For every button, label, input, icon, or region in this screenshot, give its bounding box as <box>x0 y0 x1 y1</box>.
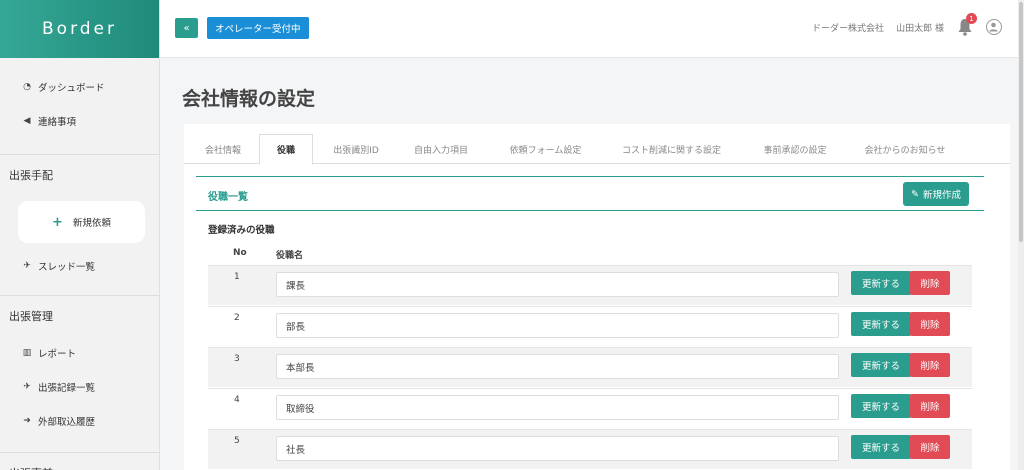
table-row: 1 更新する 削除 <box>208 265 972 305</box>
section-title: 役職一覧 <box>208 192 248 203</box>
update-button[interactable]: 更新する <box>851 394 911 418</box>
section-header: 役職一覧 ✎ 新規作成 <box>196 176 984 211</box>
settings-card: 会社情報 役職 出張識別ID 自由入力項目 依頼フォーム設定 コスト削減に関する… <box>184 124 1010 470</box>
table-row: 5 更新する 削除 <box>208 429 972 469</box>
sidebar-item-notices[interactable]: ◀ 連絡事項 <box>0 104 159 138</box>
column-header-name: 役職名 <box>276 251 304 261</box>
notification-badge: 1 <box>966 13 977 24</box>
table-row: 3 更新する 削除 <box>208 347 972 387</box>
tab-cost-reduction[interactable]: コスト削減に関する設定 <box>609 134 734 164</box>
new-request-label: 新規依頼 <box>72 218 111 229</box>
tab-pre-approval[interactable]: 事前承認の設定 <box>750 134 840 164</box>
sidebar-item-report[interactable]: ▥ レポート <box>0 336 159 370</box>
update-button[interactable]: 更新する <box>851 271 911 295</box>
tab-company-info[interactable]: 会社情報 <box>190 134 256 164</box>
delete-button[interactable]: 削除 <box>910 435 950 459</box>
update-button[interactable]: 更新する <box>851 353 911 377</box>
chart-icon: ▥ <box>22 348 32 358</box>
position-name-input[interactable] <box>276 354 839 379</box>
table-row: 2 更新する 削除 <box>208 306 972 346</box>
position-name-input[interactable] <box>276 395 839 420</box>
sidebar-item-dashboard[interactable]: ◔ ダッシュボード <box>0 70 159 104</box>
sidebar-section-management: 出張管理 <box>9 310 53 323</box>
update-button[interactable]: 更新する <box>851 435 911 459</box>
row-number: 5 <box>234 436 240 446</box>
tab-company-notices[interactable]: 会社からのお知らせ <box>854 134 956 164</box>
table-row: 4 更新する 削除 <box>208 388 972 428</box>
tab-trip-id[interactable]: 出張識別ID <box>318 134 394 164</box>
top-bar: « オペレーター受付中 ドーダー株式会社 山田太郎 様 1 <box>160 0 1024 58</box>
registered-positions-heading: 登録済みの役職 <box>208 225 275 236</box>
delete-button[interactable]: 削除 <box>910 271 950 295</box>
sidebar-item-trip-records[interactable]: ✈ 出張記録一覧 <box>0 370 159 404</box>
create-position-button[interactable]: ✎ 新規作成 <box>903 182 969 206</box>
create-label: 新規作成 <box>922 190 961 201</box>
tab-request-form[interactable]: 依頼フォーム設定 <box>497 134 594 164</box>
sidebar-section-preapproval: 出張事前 <box>0 453 159 470</box>
sidebar-item-label: スレッド一覧 <box>38 262 96 273</box>
row-number: 2 <box>234 313 240 323</box>
plane-icon: ✈ <box>23 261 31 271</box>
new-request-button[interactable]: + 新規依頼 <box>18 201 145 243</box>
position-name-input[interactable] <box>276 272 839 297</box>
operator-status-button[interactable]: オペレーター受付中 <box>207 17 309 39</box>
import-icon: ➜ <box>23 416 31 426</box>
delete-button[interactable]: 削除 <box>910 394 950 418</box>
delete-button[interactable]: 削除 <box>910 312 950 336</box>
dashboard-icon: ◔ <box>23 82 31 92</box>
sidebar: Border ◔ ダッシュボード ◀ 連絡事項 出張手配 + 新規依頼 ✈ スレ… <box>0 0 160 470</box>
settings-tabs: 会社情報 役職 出張識別ID 自由入力項目 依頼フォーム設定 コスト削減に関する… <box>184 134 1010 165</box>
row-number: 3 <box>234 354 240 364</box>
user-name: 山田太郎 様 <box>896 24 944 34</box>
sidebar-section-arrangement: 出張手配 <box>9 169 53 182</box>
notification-bell-icon[interactable]: 1 <box>957 13 977 36</box>
page-title: 会社情報の設定 <box>182 88 316 110</box>
tab-positions[interactable]: 役職 <box>259 134 313 165</box>
brand-logo[interactable]: Border <box>0 0 159 58</box>
plus-icon: + <box>52 214 63 230</box>
sidebar-item-label: 出張記録一覧 <box>38 383 96 394</box>
tab-free-input[interactable]: 自由入力項目 <box>401 134 481 164</box>
pencil-icon: ✎ <box>911 188 919 200</box>
company-name: ドーダー株式会社 <box>811 24 884 34</box>
scrollbar-thumb[interactable] <box>1019 2 1023 242</box>
column-header-no: No <box>233 248 247 258</box>
position-name-input[interactable] <box>276 436 839 461</box>
sidebar-item-threads[interactable]: ✈ スレッド一覧 <box>0 249 159 283</box>
megaphone-icon: ◀ <box>23 116 31 126</box>
sidebar-item-label: ダッシュボード <box>38 83 105 94</box>
sidebar-item-import-history[interactable]: ➜ 外部取込履歴 <box>0 404 159 438</box>
update-button[interactable]: 更新する <box>851 312 911 336</box>
delete-button[interactable]: 削除 <box>910 353 950 377</box>
plane-icon: ✈ <box>23 382 31 392</box>
sidebar-item-label: 外部取込履歴 <box>38 417 96 428</box>
collapse-sidebar-button[interactable]: « <box>175 18 198 38</box>
position-name-input[interactable] <box>276 313 839 338</box>
user-avatar-icon[interactable] <box>986 19 1002 35</box>
sidebar-item-label: レポート <box>38 349 77 360</box>
sidebar-item-label: 連絡事項 <box>38 117 77 128</box>
row-number: 4 <box>234 395 240 405</box>
row-number: 1 <box>234 272 240 282</box>
page-scrollbar[interactable] <box>1018 0 1024 470</box>
